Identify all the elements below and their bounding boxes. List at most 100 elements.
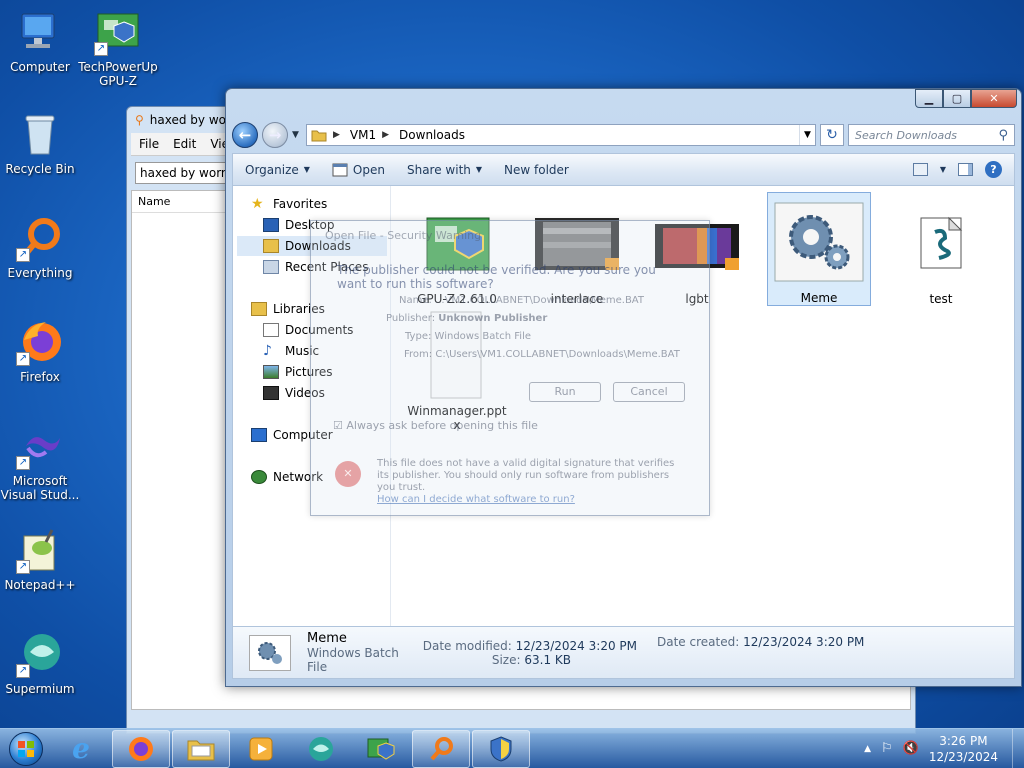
close-button[interactable]: ✕ [971,89,1017,108]
size-value: 63.1 KB [524,652,571,667]
desktop-icon-gpuz[interactable]: ↗ TechPowerUp GPU-Z [78,8,158,88]
chevron-down-icon: ▼ [475,165,483,174]
back-button[interactable]: ← [232,122,258,148]
breadcrumb-downloads[interactable]: Downloads [395,128,469,142]
search-input[interactable]: Search Downloads ⚲ [848,124,1015,146]
nav-favorites[interactable]: ★ Favorites [251,194,327,214]
organize-button[interactable]: Organize ▼ [245,163,310,177]
desktop-icon-notepadpp[interactable]: ↗ Notepad++ [0,526,80,592]
maximize-button[interactable]: ▢ [943,89,971,108]
dialog-field-value: Unknown Publisher [438,313,548,324]
new-folder-button[interactable]: New folder [504,163,569,177]
nav-label: Favorites [273,197,328,211]
breadcrumb-root[interactable]: ▶ [307,128,346,142]
desktop-icon-supermium[interactable]: ↗ Supermium [0,630,80,696]
pictures-icon [263,365,279,379]
desktop-icon-everything[interactable]: ↗ Everything [0,214,80,280]
modified-value: 12/23/2024 3:20 PM [515,638,637,653]
gears-icon [771,197,867,289]
file-item-selected[interactable]: Meme [767,192,871,306]
menu-edit[interactable]: Edit [173,137,196,151]
details-dates: Date modified: 12/23/2024 3:20 PM Size: … [417,639,637,667]
dialog-headline: The publisher could not be verified. Are… [337,263,656,291]
shortcut-arrow-icon: ↗ [16,248,30,262]
error-shield-icon: ✕ [335,461,361,487]
dialog-publisher-row: Publisher: Unknown Publisher [386,313,547,324]
dialog-field-value: Windows Batch File [434,331,532,342]
breadcrumb-vm1[interactable]: VM1 ▶ [346,128,395,142]
details-created: Date created: 12/23/2024 3:20 PM [657,627,864,649]
security-shield-icon [490,735,512,762]
always-ask-checkbox[interactable]: ☑ Always ask before opening this file [333,419,538,432]
chevron-right-icon[interactable]: ▶ [380,130,391,140]
desktop-icon-label: Computer [10,60,70,74]
change-view-icon[interactable] [912,163,928,176]
desktop-icon-label: Microsoft Visual Stud... [0,474,80,502]
volume-muted-icon[interactable]: 🔇 [903,741,919,756]
start-button[interactable] [0,729,52,768]
forward-button[interactable]: → [262,122,288,148]
taskbar-supermium[interactable] [292,730,350,768]
help-icon[interactable]: ? [985,161,1002,178]
everything-icon [430,736,453,760]
videos-icon [263,386,279,400]
desktop-icon [263,218,279,232]
dialog-field-label: Type: [405,331,432,342]
history-dropdown[interactable]: ▼ [292,130,302,140]
run-button[interactable]: Run [529,382,601,402]
size-label: Size: [491,652,521,667]
firefox-icon: ↗ [16,318,64,366]
dialog-footer: This file does not have a valid digital … [377,458,677,506]
script-file-icon [893,198,989,290]
refresh-button[interactable]: ↻ [820,124,844,146]
menu-file[interactable]: File [139,137,159,151]
open-button[interactable]: Open [332,163,385,177]
clock[interactable]: 3:26 PM 12/23/2024 [929,733,998,765]
view-options-dropdown[interactable]: ▼ [940,165,946,174]
toolbar-right: ▼ ? [912,161,1002,178]
taskbar-everything[interactable] [412,729,470,768]
desktop-icon-firefox[interactable]: ↗ Firefox [0,318,80,384]
windows-logo-icon [9,731,43,766]
music-icon: ♪ [263,343,272,359]
desktop-icon-label: Supermium [5,682,75,696]
breadcrumb-label: Downloads [399,128,465,142]
address-dropdown-icon[interactable]: ▼ [799,125,815,145]
dialog-field-label: Publisher: [386,313,436,324]
desktop-icon-computer[interactable]: Computer [0,8,80,74]
details-name-block: Meme Windows Batch File [307,631,417,674]
system-tray: ▲ ⚐ 🔇 3:26 PM 12/23/2024 [864,733,1012,765]
internet-explorer-icon: e [72,732,90,765]
chevron-right-icon[interactable]: ▶ [331,130,342,140]
dialog-field-value: C:\Users\VM1.COLLABNET\Downloads\Meme.BA… [435,349,680,360]
action-center-icon[interactable]: ⚐ [881,741,893,756]
taskbar-internet-explorer[interactable]: e [52,730,110,768]
desktop-icon-recycle-bin[interactable]: Recycle Bin [0,110,80,176]
share-with-label: Share with [406,162,471,177]
minimize-button[interactable]: ▁ [915,89,943,108]
desktop-icon-label: Firefox [20,370,60,384]
folder-icon [311,130,327,142]
taskbar-gpuz[interactable] [352,730,410,768]
taskbar-explorer[interactable] [172,729,230,768]
taskbar-security-warning[interactable] [472,729,530,768]
preview-pane-icon[interactable] [958,163,973,176]
desktop-icon-label: Everything [7,266,73,280]
cancel-button[interactable]: Cancel [613,382,685,402]
share-with-button[interactable]: Share with ▼ [407,163,482,177]
firefox-icon [129,736,153,761]
checkbox-icon: ☑ [333,419,343,432]
taskbar-media-player[interactable] [232,730,290,768]
bg-window-title: haxed by wor [149,113,231,127]
taskbar-firefox[interactable] [112,729,170,768]
security-warning-dialog-ghost: Open File - Security Warning The publish… [310,220,710,516]
dialog-help-link[interactable]: How can I decide what software to run? [377,494,575,505]
show-hidden-icons-icon[interactable]: ▲ [864,744,871,754]
desktop-icon-visual-studio[interactable]: ↗ Microsoft Visual Stud... [0,422,80,502]
created-label: Date created: [657,635,740,649]
everything-icon: ↗ [16,214,64,262]
file-item[interactable]: test [889,194,993,308]
address-bar[interactable]: ▶ VM1 ▶ Downloads ▼ [306,124,816,146]
show-desktop-button[interactable] [1012,728,1024,768]
search-icon[interactable]: ⚲ [998,128,1008,143]
